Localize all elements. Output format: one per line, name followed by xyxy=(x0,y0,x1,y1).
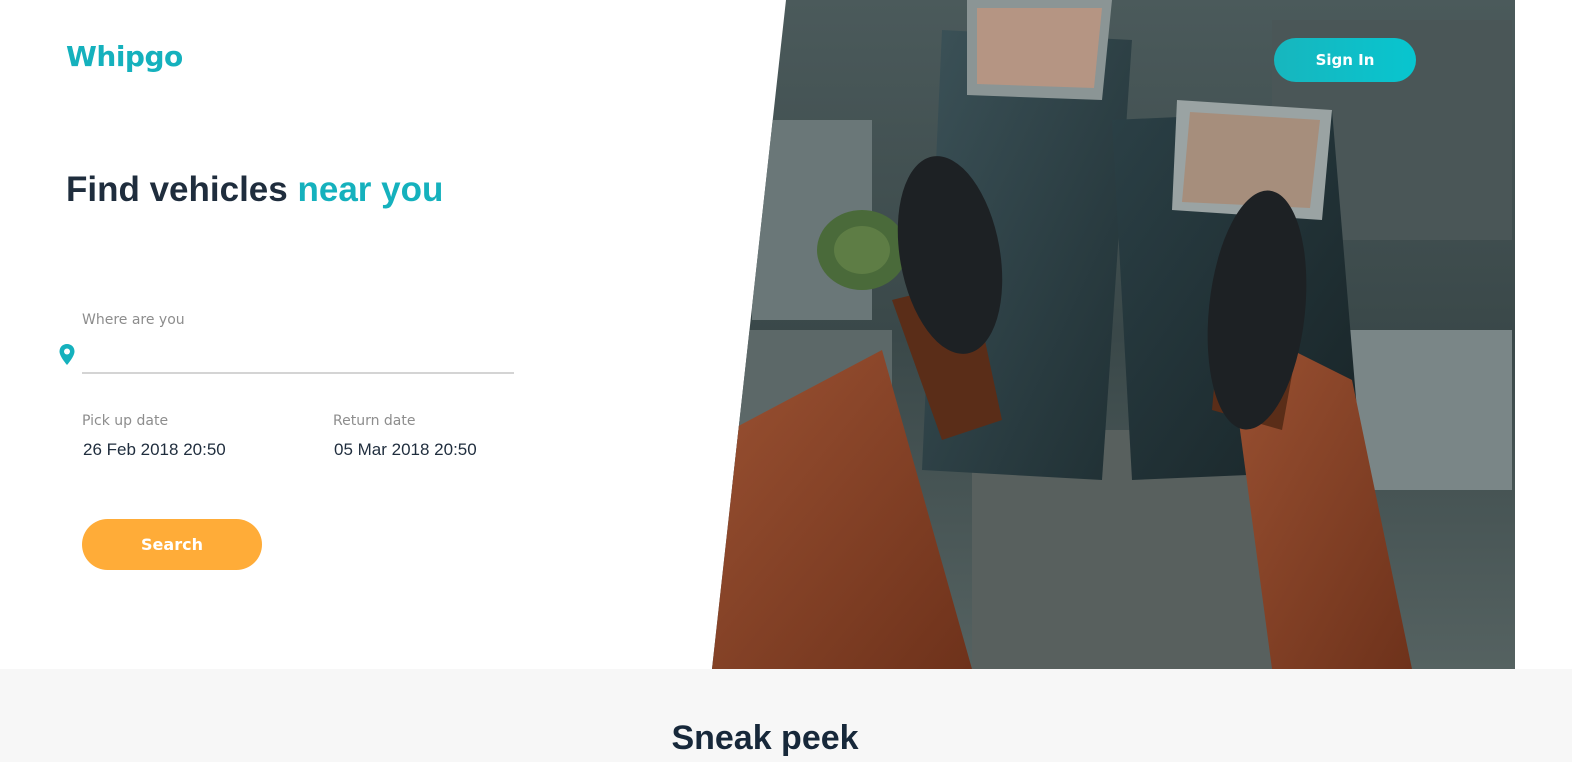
headline-text: Find vehicles xyxy=(66,170,288,209)
headline-accent-text: near you xyxy=(297,170,444,209)
hero-headline: Find vehicles near you xyxy=(66,170,443,210)
location-label: Where are you xyxy=(82,312,185,328)
pickup-date-label: Pick up date xyxy=(82,413,169,429)
hero-section: Whipgo Find vehicles near you Where are … xyxy=(0,0,1572,669)
return-date-label: Return date xyxy=(333,413,416,429)
hero-photo xyxy=(712,0,1515,669)
sign-in-button[interactable]: Sign In xyxy=(1274,38,1416,82)
logo[interactable]: Whipgo xyxy=(66,40,183,73)
pickup-date-value[interactable]: 26 Feb 2018 20:50 xyxy=(83,440,226,460)
sneak-peek-title: Sneak peek xyxy=(671,719,859,757)
location-input[interactable] xyxy=(82,338,514,374)
return-date-value[interactable]: 05 Mar 2018 20:50 xyxy=(334,440,477,460)
city-rooftop-photo xyxy=(712,0,1515,669)
search-button[interactable]: Search xyxy=(82,519,262,570)
map-pin-icon xyxy=(59,344,75,365)
sneak-peek-section: Sneak peek xyxy=(0,669,1572,762)
